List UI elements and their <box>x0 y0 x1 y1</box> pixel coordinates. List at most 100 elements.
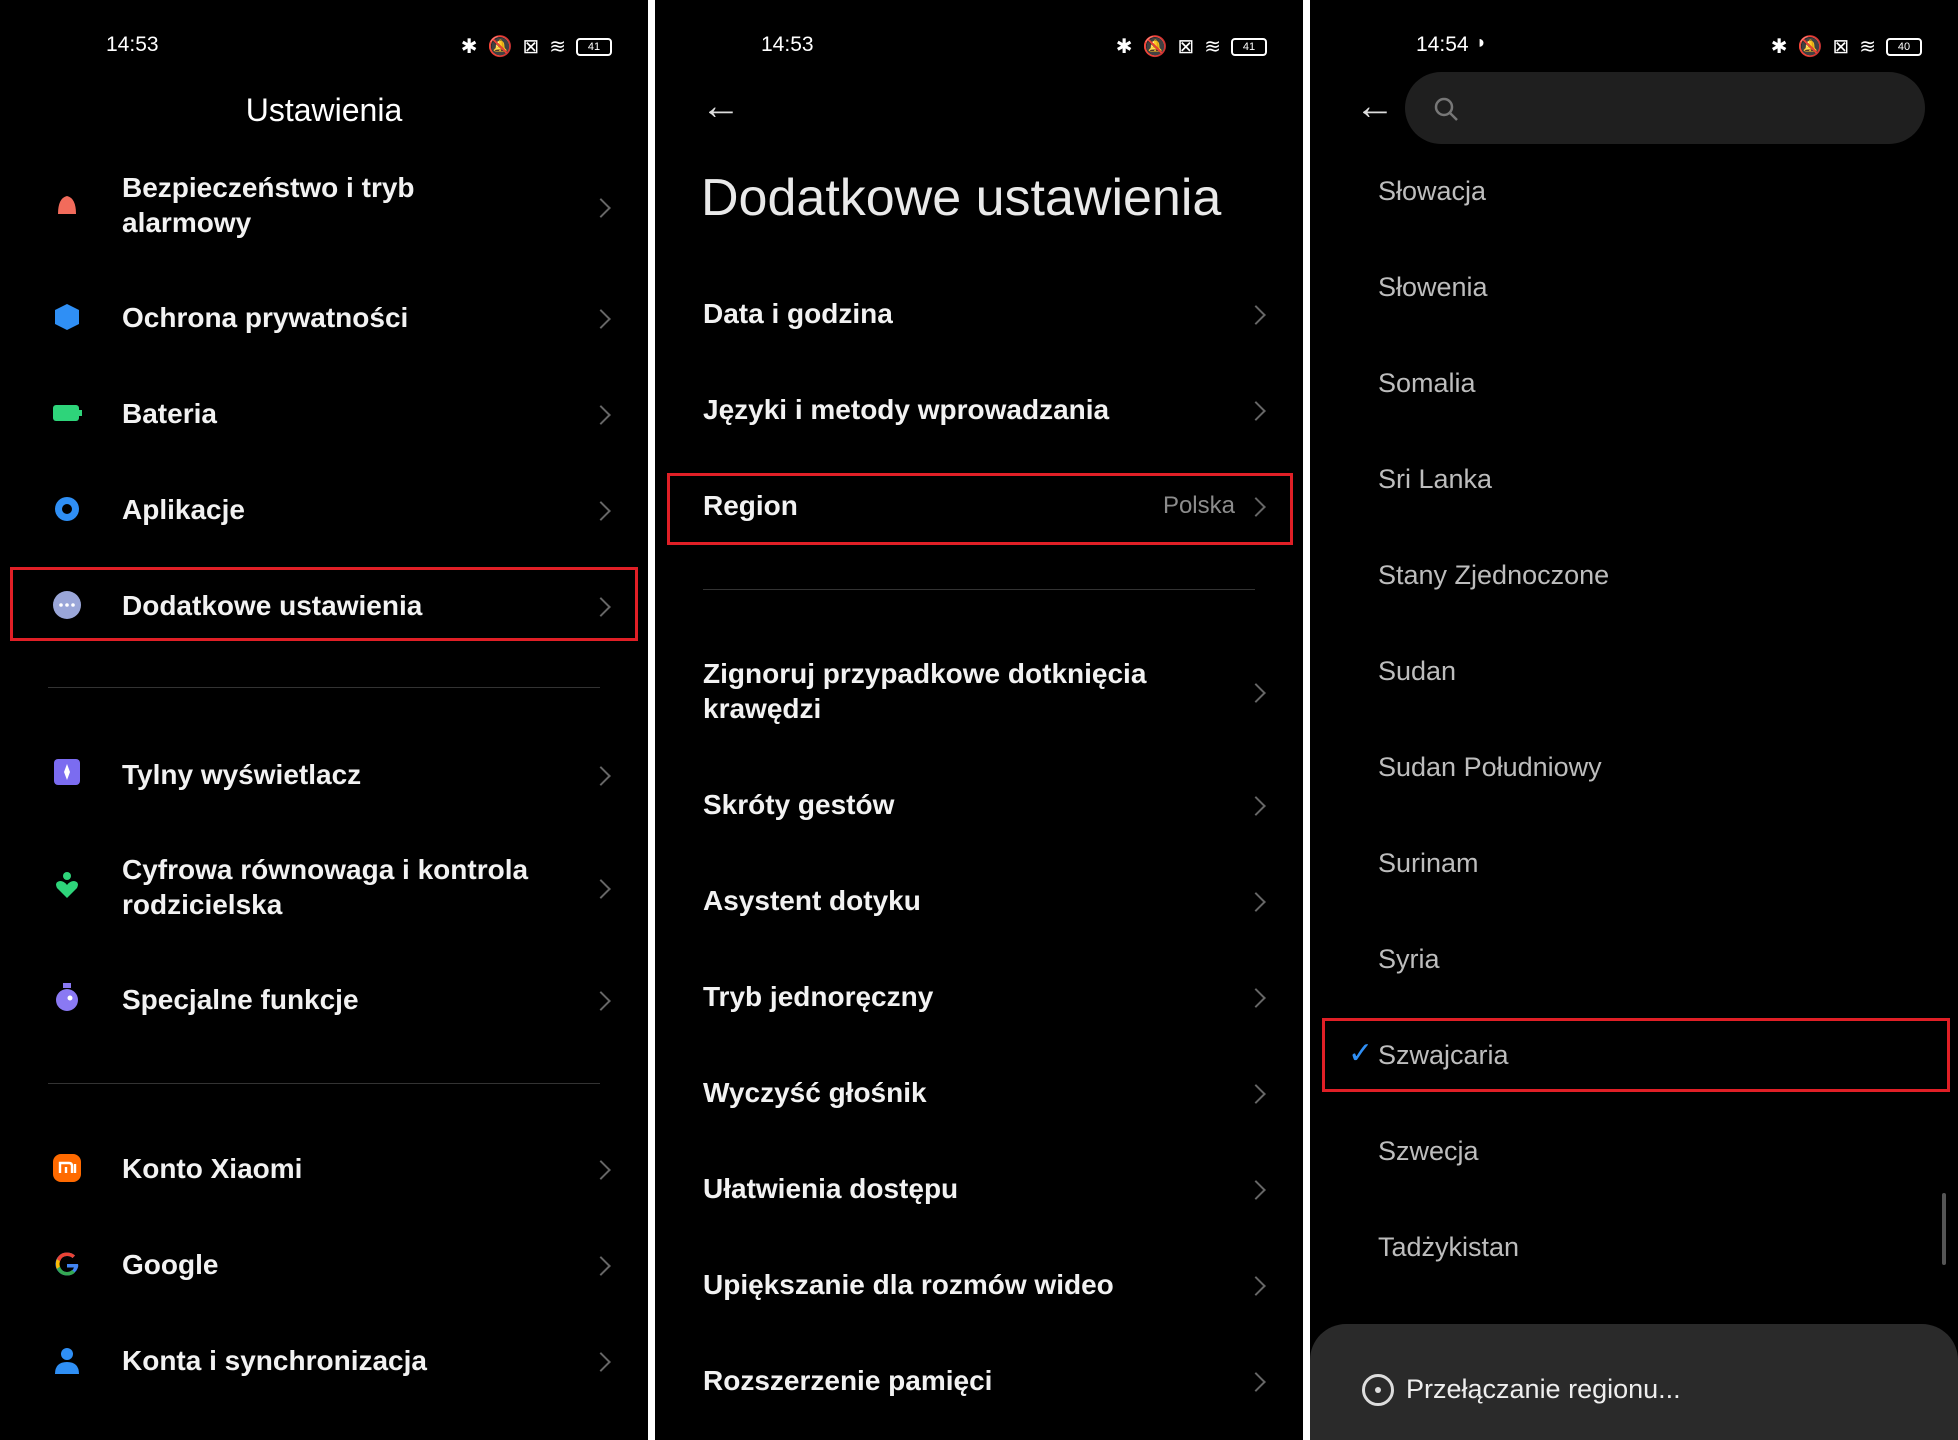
settings-item-label: Aplikacje <box>122 494 245 525</box>
bluetooth-icon: ✱ <box>1115 36 1133 58</box>
chevron-right-icon <box>1246 988 1266 1008</box>
settings-item-ignore-edge-touches[interactable]: Zignoruj przypadkowe dotknięcia krawędzi <box>655 656 1303 728</box>
country-item[interactable]: Surinam <box>1378 848 1479 879</box>
settings-item-touch-assistant[interactable]: Asystent dotyku <box>655 883 1303 923</box>
chevron-right-icon <box>591 405 611 425</box>
chevron-right-icon <box>591 309 611 329</box>
settings-item-label: Data i godzina <box>703 298 893 329</box>
back-arrow-icon[interactable]: ← <box>701 84 741 129</box>
settings-item-label: Asystent dotyku <box>703 885 921 916</box>
battery-icon: 41 <box>576 37 612 56</box>
settings-item-label: Bezpieczeństwo i tryb alarmowy <box>122 172 415 238</box>
settings-item-label: Rozszerzenie pamięci <box>703 1365 993 1396</box>
rear-display-icon <box>54 759 80 785</box>
special-features-icon <box>56 983 78 1011</box>
country-item[interactable]: Słowenia <box>1378 272 1488 303</box>
settings-item-memory-extension[interactable]: Rozszerzenie pamięci <box>655 1363 1303 1403</box>
privacy-shield-icon <box>55 304 79 330</box>
country-item[interactable]: Sudan Południowy <box>1378 752 1602 783</box>
bluetooth-icon: ✱ <box>1770 36 1788 58</box>
alarm-bell-icon <box>58 196 76 214</box>
settings-item-special[interactable]: Specjalne funkcje <box>0 982 648 1022</box>
country-item[interactable]: Słowacja <box>1378 176 1486 207</box>
region-switch-toast: Przełączanie regionu... <box>1310 1324 1958 1440</box>
settings-item-rear-display[interactable]: Tylny wyświetlacz <box>0 757 648 797</box>
battery-icon: 40 <box>1886 37 1922 56</box>
settings-item-label: Cyfrowa równowaga i kontrola rodzicielsk… <box>122 854 529 920</box>
chevron-right-icon <box>591 1256 611 1276</box>
status-bar: 14:53 ✱ 🔕 ⊠ ≋ 41 <box>0 30 648 62</box>
settings-item-clean-speaker[interactable]: Wyczyść głośnik <box>655 1075 1303 1115</box>
wellbeing-heart-icon <box>56 872 78 898</box>
settings-item-label: Języki i metody wprowadzania <box>703 394 1110 425</box>
mute-vibrate-icon: 🔕 <box>487 36 513 58</box>
country-item[interactable]: Sudan <box>1378 656 1456 687</box>
divider <box>703 589 1255 590</box>
settings-item-label: Tryb jednoręczny <box>703 981 934 1012</box>
google-g-icon <box>55 1252 79 1276</box>
settings-item-privacy[interactable]: Ochrona prywatności <box>0 300 648 340</box>
country-item[interactable]: Somalia <box>1378 368 1476 399</box>
divider <box>48 687 600 688</box>
settings-item-label: Ochrona prywatności <box>122 302 409 333</box>
country-item[interactable]: Sri Lanka <box>1378 464 1492 495</box>
highlight-frame <box>667 473 1293 545</box>
no-sim-icon: ⊠ <box>522 36 540 58</box>
chevron-right-icon <box>591 991 611 1011</box>
additional-settings-panel: 14:53 ✱ 🔕 ⊠ ≋ 41 ← Dodatkowe ustawienia … <box>655 0 1303 1440</box>
battery-icon <box>53 405 82 421</box>
wifi-icon: ≋ <box>1204 36 1221 58</box>
wifi-icon: ≋ <box>549 36 566 58</box>
search-input[interactable] <box>1405 72 1925 144</box>
chevron-right-icon <box>591 198 611 218</box>
loading-icon <box>1362 1374 1394 1406</box>
settings-item-accessibility[interactable]: Ułatwienia dostępu <box>655 1171 1303 1211</box>
chevron-right-icon <box>591 501 611 521</box>
bluetooth-icon: ✱ <box>460 36 478 58</box>
chevron-right-icon <box>1246 1180 1266 1200</box>
xiaomi-logo-icon <box>53 1154 81 1182</box>
back-arrow-icon[interactable]: ← <box>1355 84 1395 129</box>
status-time: 14:53 <box>106 33 159 56</box>
chevron-right-icon <box>1246 796 1266 816</box>
settings-item-one-handed[interactable]: Tryb jednoręczny <box>655 979 1303 1019</box>
chevron-right-icon <box>1246 892 1266 912</box>
settings-item-label: Ułatwienia dostępu <box>703 1173 959 1204</box>
chevron-right-icon <box>591 1160 611 1180</box>
settings-item-google[interactable]: Google <box>0 1247 648 1287</box>
search-icon <box>1434 97 1458 121</box>
settings-panel: 14:53 ✱ 🔕 ⊠ ≋ 41 Ustawienia Bezpieczeńst… <box>0 0 648 1440</box>
settings-item-accounts-sync[interactable]: Konta i synchronizacja <box>0 1343 648 1383</box>
settings-item-label: Bateria <box>122 398 217 429</box>
status-bar: 14:54 ◗ ✱ 🔕 ⊠ ≋ 40 <box>1310 30 1958 62</box>
chevron-right-icon <box>1246 683 1266 703</box>
settings-item-label: Specjalne funkcje <box>122 984 359 1015</box>
settings-item-battery[interactable]: Bateria <box>0 396 648 436</box>
user-account-icon <box>55 1348 79 1374</box>
no-sim-icon: ⊠ <box>1832 36 1850 58</box>
settings-item-wellbeing[interactable]: Cyfrowa równowaga i kontrola rodzicielsk… <box>0 852 648 924</box>
settings-item-xiaomi-account[interactable]: Konto Xiaomi <box>0 1151 648 1191</box>
settings-item-label: Google <box>122 1249 219 1280</box>
no-sim-icon: ⊠ <box>1177 36 1195 58</box>
settings-item-video-beautify[interactable]: Upiększanie dla rozmów wideo <box>655 1267 1303 1307</box>
country-item[interactable]: Stany Zjednoczone <box>1378 560 1609 591</box>
toast-text: Przełączanie regionu... <box>1406 1374 1681 1404</box>
settings-item-languages[interactable]: Języki i metody wprowadzania <box>655 392 1303 432</box>
wifi-icon: ≋ <box>1859 36 1876 58</box>
settings-item-label: Skróty gestów <box>703 789 895 820</box>
country-item[interactable]: Tadżykistan <box>1378 1232 1519 1263</box>
chevron-right-icon <box>1246 1084 1266 1104</box>
country-item[interactable]: Syria <box>1378 944 1440 975</box>
chevron-right-icon <box>591 879 611 899</box>
settings-item-apps[interactable]: Aplikacje <box>0 492 648 532</box>
settings-item-security[interactable]: Bezpieczeństwo i tryb alarmowy <box>0 170 648 240</box>
settings-item-gesture-shortcuts[interactable]: Skróty gestów <box>655 787 1303 827</box>
scrollbar[interactable] <box>1942 1193 1946 1265</box>
settings-item-date-time[interactable]: Data i godzina <box>655 296 1303 336</box>
page-title: Dodatkowe ustawienia <box>701 169 1222 227</box>
country-item[interactable]: Szwecja <box>1378 1136 1479 1167</box>
chevron-right-icon <box>1246 1276 1266 1296</box>
shield-notification-icon: ◗ <box>1476 32 1487 52</box>
settings-item-label: Zignoruj przypadkowe dotknięcia krawędzi <box>703 658 1147 724</box>
